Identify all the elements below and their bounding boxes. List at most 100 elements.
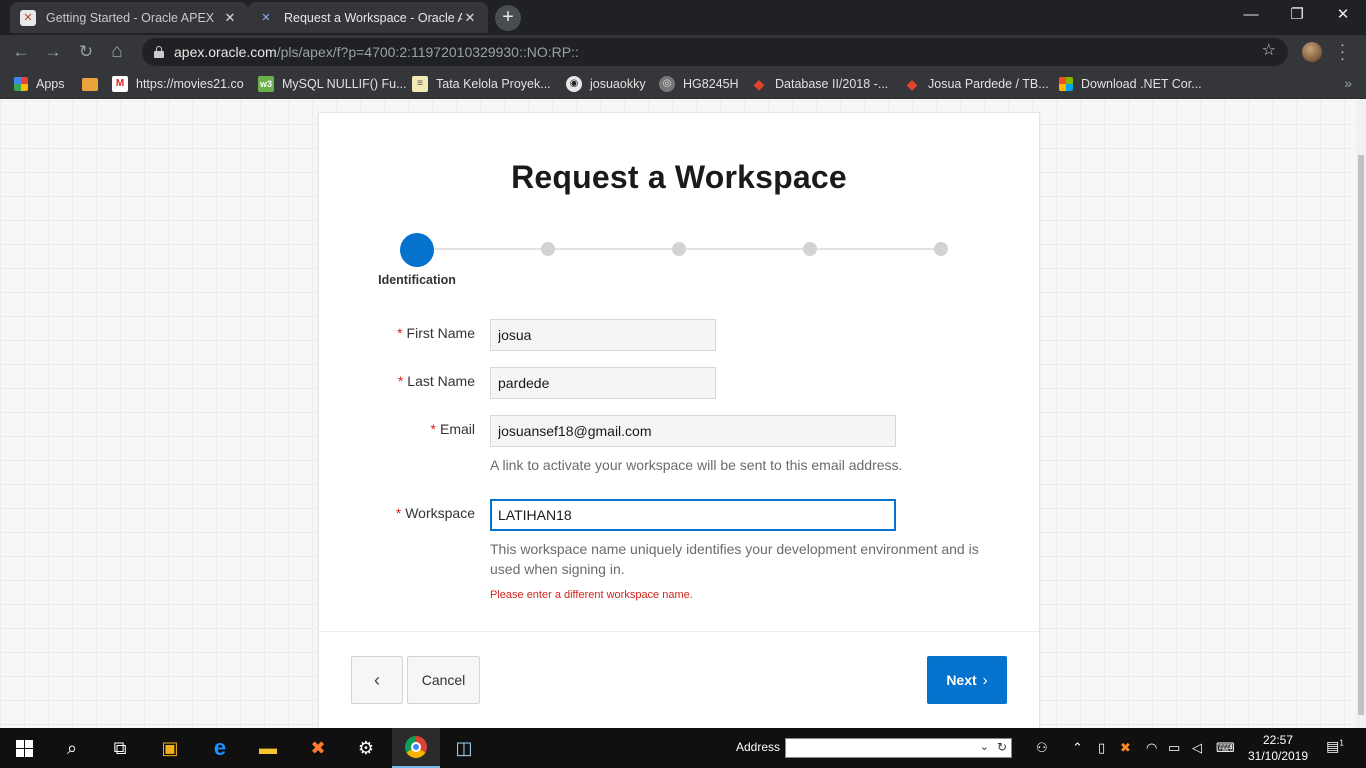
bookmarks-overflow-icon[interactable]: »: [1344, 75, 1352, 91]
chrome-taskbar-button[interactable]: [392, 728, 440, 768]
url-path: /pls/apex/f?p=4700:2:11972010329930::NO:…: [276, 44, 579, 60]
new-tab-button[interactable]: +: [495, 5, 521, 31]
page-scrollbar[interactable]: [1356, 100, 1366, 728]
bookmark-label: https://movies21.co: [136, 77, 244, 91]
bookmark-star-icon[interactable]: ☆: [1262, 40, 1276, 60]
bookmark-database-ii[interactable]: ◆ Database II/2018 -...: [751, 75, 889, 93]
reload-icon[interactable]: ↻: [73, 39, 99, 65]
settings-gear-icon[interactable]: ⚙: [342, 728, 390, 768]
gitlab-icon: ◆: [753, 76, 765, 92]
wizard-step-3: [672, 242, 686, 256]
first-name-input[interactable]: [490, 319, 716, 351]
task-view-icon[interactable]: ⧉: [96, 728, 144, 768]
gitlab-icon: ◆: [906, 76, 918, 92]
keyboard-icon[interactable]: ⌨: [1216, 740, 1235, 756]
cancel-button[interactable]: Cancel: [407, 656, 480, 704]
file-explorer-icon[interactable]: ▬: [244, 728, 292, 768]
app-window-icon[interactable]: ◫: [440, 728, 488, 768]
address-toolbar-label: Address: [736, 740, 781, 754]
browser-menu-icon[interactable]: · · ·: [1340, 37, 1345, 66]
email-label: * Email: [430, 421, 475, 437]
bookmark-hg8245h[interactable]: ◎ HG8245H: [659, 75, 739, 93]
browser-tab-request-workspace[interactable]: ✕ Request a Workspace - Oracle Ap ✕: [248, 2, 488, 33]
workspace-input[interactable]: [490, 499, 896, 531]
bookmark-josuaokky[interactable]: ◉ josuaokky: [566, 75, 646, 93]
workspace-label: * Workspace: [395, 505, 475, 521]
home-icon[interactable]: ⌂: [104, 39, 130, 65]
page-background: Request a Workspace Identification * Firs…: [0, 100, 1356, 728]
bookmark-label: Josua Pardede / TB...: [928, 77, 1049, 91]
apps-grid-icon: [14, 77, 28, 91]
microsoft-icon: [1059, 77, 1073, 91]
browser-toolbar: ← → ↻ ⌂ apex.oracle.com/pls/apex/f?p=470…: [0, 35, 1366, 69]
scrollbar-thumb[interactable]: [1358, 155, 1364, 715]
xampp-tray-icon[interactable]: ✖: [1120, 740, 1131, 756]
system-clock[interactable]: 22:57 31/10/2019: [1246, 732, 1310, 764]
store-icon[interactable]: ▣: [146, 728, 194, 768]
xampp-icon[interactable]: ✖: [294, 728, 342, 768]
bookmark-tata-kelola[interactable]: ≡ Tata Kelola Proyek...: [412, 75, 551, 93]
bookmark-label: MySQL NULLIF() Fu...: [282, 77, 407, 91]
first-name-label: * First Name: [397, 325, 475, 341]
usb-device-icon[interactable]: ▯: [1098, 740, 1105, 756]
wizard-step-2: [541, 242, 555, 256]
wizard-step-4: [803, 242, 817, 256]
profile-avatar[interactable]: [1302, 42, 1322, 62]
required-marker: *: [395, 505, 402, 521]
globe-icon: ◎: [659, 76, 675, 92]
last-name-input[interactable]: [490, 367, 716, 399]
bookmark-folder[interactable]: [82, 75, 98, 93]
apex-icon: ✕: [20, 9, 36, 26]
chrome-icon: [405, 736, 427, 758]
forward-arrow-icon[interactable]: →: [40, 39, 66, 65]
bookmark-label: Tata Kelola Proyek...: [436, 77, 551, 91]
maximize-button[interactable]: ❐: [1274, 0, 1320, 30]
go-refresh-icon[interactable]: ↻: [997, 740, 1007, 754]
bookmark-apps[interactable]: Apps: [14, 75, 65, 93]
required-marker: *: [397, 325, 403, 341]
close-window-button[interactable]: ✕: [1320, 0, 1366, 30]
back-button[interactable]: ‹: [351, 656, 403, 704]
wifi-icon[interactable]: ◠: [1146, 740, 1157, 756]
next-button-label: Next: [946, 672, 977, 688]
apex-icon: ✕: [261, 12, 271, 24]
bookmark-label: Database II/2018 -...: [775, 77, 889, 91]
w3-icon: w3: [258, 76, 274, 92]
clock-time: 22:57: [1262, 733, 1294, 747]
address-toolbar-input[interactable]: ⌄ ↻: [785, 738, 1012, 758]
bookmark-movies21[interactable]: M https://movies21.co: [112, 75, 244, 93]
workspace-error-message: Please enter a different workspace name.: [490, 589, 693, 601]
show-hidden-icons-chevron-icon[interactable]: ⌃: [1072, 740, 1083, 756]
wizard-step-1-current: [400, 233, 434, 267]
bookmark-label: Download .NET Cor...: [1081, 77, 1202, 91]
request-workspace-card: Request a Workspace Identification * Firs…: [318, 112, 1040, 728]
edge-icon[interactable]: e: [196, 728, 244, 768]
lock-icon: [154, 46, 164, 58]
battery-icon[interactable]: ▭: [1168, 740, 1180, 756]
bookmark-label: HG8245H: [683, 77, 739, 91]
bookmark-josua-pardede[interactable]: ◆ Josua Pardede / TB...: [904, 75, 1049, 93]
chevron-down-icon[interactable]: ⌄: [980, 740, 989, 753]
address-bar[interactable]: apex.oracle.com/pls/apex/f?p=4700:2:1197…: [142, 38, 1288, 66]
wizard-progress: Identification: [319, 231, 1039, 291]
email-help-text: A link to activate your workspace will b…: [490, 457, 903, 473]
notification-center-icon[interactable]: ▤1: [1324, 738, 1346, 758]
browser-tab-getting-started[interactable]: ✕ Getting Started - Oracle APEX ✕: [10, 2, 248, 33]
bookmark-download-net[interactable]: Download .NET Cor...: [1059, 75, 1202, 93]
close-tab-icon[interactable]: ✕: [462, 10, 478, 26]
bookmark-mysql-nullif[interactable]: w3 MySQL NULLIF() Fu...: [258, 75, 407, 93]
volume-icon[interactable]: ◁: [1192, 740, 1202, 756]
email-input[interactable]: [490, 415, 896, 447]
search-icon[interactable]: ⌕: [48, 728, 96, 768]
back-arrow-icon[interactable]: ←: [8, 39, 34, 65]
start-button[interactable]: [0, 728, 48, 768]
wizard-step-label: Identification: [378, 273, 456, 287]
required-marker: *: [430, 421, 436, 437]
next-button[interactable]: Next ›: [927, 656, 1007, 704]
people-icon[interactable]: ⚇: [1036, 740, 1048, 756]
close-tab-icon[interactable]: ✕: [222, 10, 238, 26]
minimize-button[interactable]: —: [1228, 0, 1274, 30]
bookmark-label: josuaokky: [590, 77, 646, 91]
windows-logo-icon: [15, 739, 33, 757]
required-marker: *: [397, 373, 404, 389]
